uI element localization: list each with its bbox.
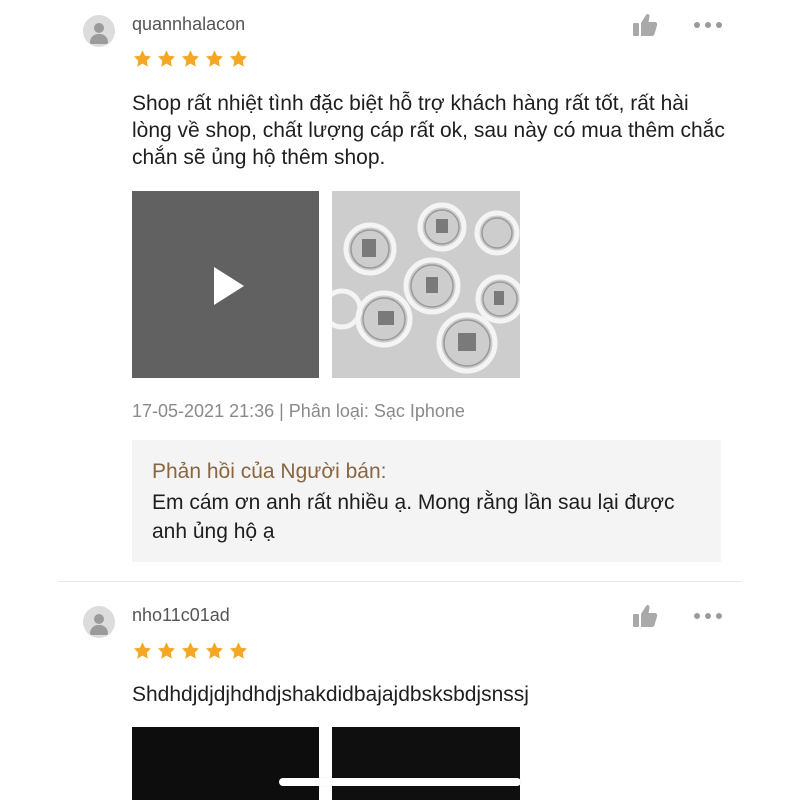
review-video-thumbnail[interactable]: [132, 727, 319, 800]
review-video-thumbnail[interactable]: [132, 191, 319, 378]
more-dots-icon[interactable]: [694, 20, 722, 30]
review-username[interactable]: nho11c01ad: [132, 605, 230, 626]
seller-reply-title: Phản hồi của Người bán:: [152, 460, 387, 483]
seller-reply: Phản hồi của Người bán: Em cám ơn anh rấ…: [132, 440, 721, 562]
review-comment: Shdhdjdjdjhdhdjshakdidbajajdbsksbdjsnssj: [132, 683, 529, 706]
review-username[interactable]: quannhalacon: [132, 14, 245, 35]
star-icon: [205, 642, 224, 659]
star-rating: [132, 49, 252, 69]
user-avatar-icon[interactable]: [83, 15, 115, 47]
star-icon: [133, 642, 152, 659]
star-icon: [133, 50, 152, 67]
seller-reply-text: Em cám ơn anh rất nhiều ạ. Mong rằng lần…: [152, 491, 675, 543]
play-icon[interactable]: [212, 266, 246, 306]
more-dots-icon[interactable]: [694, 611, 722, 621]
thumbs-up-icon[interactable]: [632, 603, 658, 629]
review-photo-thumbnail[interactable]: [332, 191, 520, 378]
review-comment: Shop rất nhiệt tình đặc biệt hỗ trợ khác…: [132, 92, 725, 169]
star-icon: [229, 642, 248, 659]
star-icon: [205, 50, 224, 67]
review-divider: [58, 581, 741, 582]
star-rating: [132, 641, 252, 661]
charger-cables-photo: [332, 191, 520, 378]
review-photo-thumbnail[interactable]: [332, 727, 520, 800]
star-icon: [181, 50, 200, 67]
thumbs-up-icon[interactable]: [632, 12, 658, 38]
star-icon: [181, 642, 200, 659]
user-avatar-icon[interactable]: [83, 606, 115, 638]
home-indicator[interactable]: [279, 778, 521, 786]
star-icon: [229, 50, 248, 67]
review-meta: 17-05-2021 21:36 | Phân loại: Sạc Iphone: [132, 401, 465, 421]
star-icon: [157, 642, 176, 659]
star-icon: [157, 50, 176, 67]
